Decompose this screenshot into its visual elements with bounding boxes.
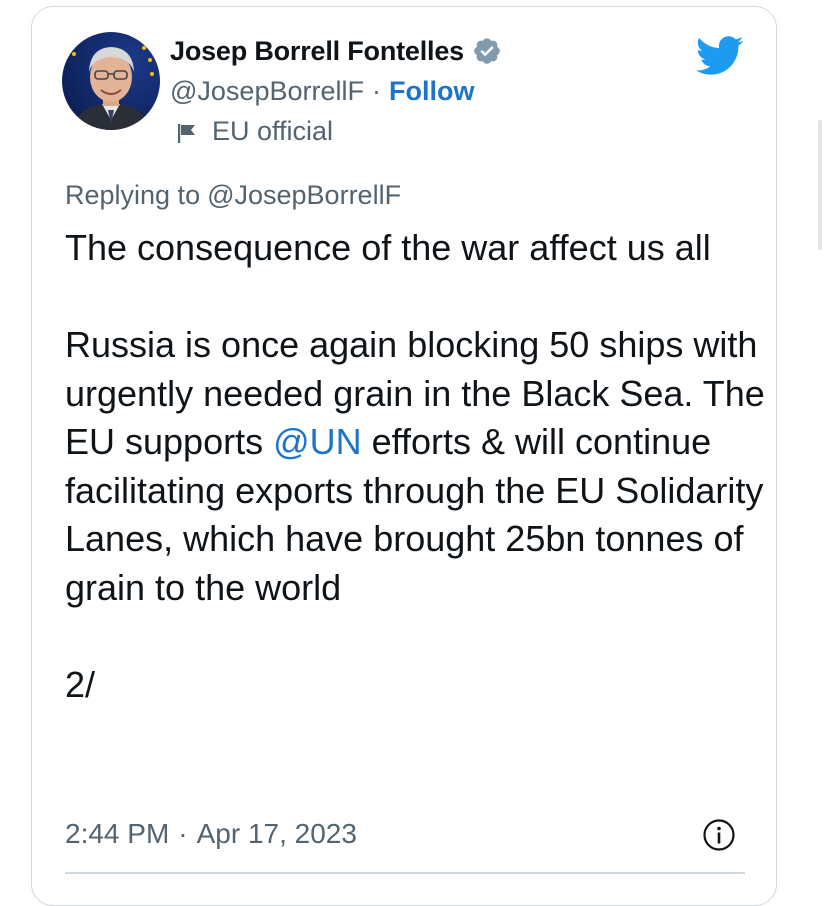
tweet-paragraph-2: Russia is once again blocking 50 ships w… xyxy=(65,321,765,612)
affiliation-label: EU official xyxy=(176,113,333,149)
affiliation-text: EU official xyxy=(212,115,334,146)
info-icon[interactable] xyxy=(702,818,736,852)
replying-to-label: Replying to xyxy=(65,179,201,210)
author-name[interactable]: Josep Borrell Fontelles xyxy=(170,36,464,67)
tweet-paragraph-1: The consequence of the war affect us all xyxy=(65,227,711,268)
replying-to-handle[interactable]: @JosepBorrellF xyxy=(207,180,401,211)
follow-button[interactable]: Follow xyxy=(389,76,474,107)
avatar[interactable] xyxy=(62,32,160,130)
flag-icon xyxy=(176,120,198,143)
divider xyxy=(65,872,745,874)
separator-dot: · xyxy=(371,75,381,106)
author-handle-row: @JosepBorrellF · Follow xyxy=(170,73,474,109)
verified-badge-icon xyxy=(472,36,502,66)
tweet-timestamp[interactable]: 2:44 PM · Apr 17, 2023 xyxy=(65,814,357,854)
tweet-time: 2:44 PM xyxy=(65,818,170,849)
tweet-date: Apr 17, 2023 xyxy=(196,818,357,849)
twitter-bird-icon[interactable] xyxy=(695,36,744,76)
scrollbar[interactable] xyxy=(818,120,822,250)
author-handle[interactable]: @JosepBorrellF xyxy=(170,76,364,107)
mention-link[interactable]: @UN xyxy=(273,421,362,462)
replying-to: Replying to @JosepBorrellF xyxy=(65,177,401,213)
tweet-paragraph-3: 2/ xyxy=(65,663,96,705)
author-name-row: Josep Borrell Fontelles xyxy=(170,33,502,69)
tweet-text: The consequence of the war affect us all… xyxy=(65,224,765,709)
separator-dot: · xyxy=(178,818,188,849)
